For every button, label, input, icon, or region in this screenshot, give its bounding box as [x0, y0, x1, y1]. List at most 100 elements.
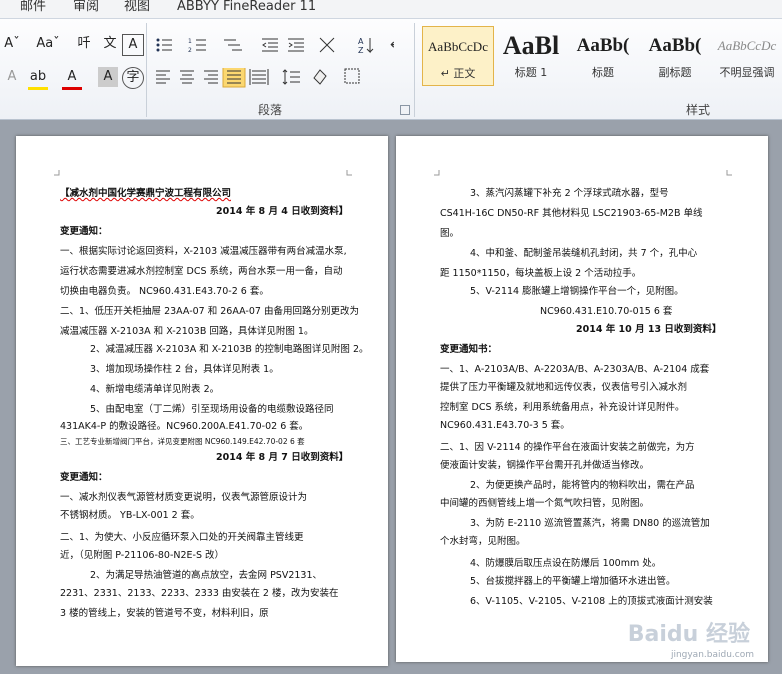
text-effect-button[interactable]: A: [2, 67, 22, 87]
document-line: NC960.431.E43.70-3 5 套。: [440, 420, 570, 431]
document-line: NC960.431.E10.70-015 6 套: [540, 306, 673, 317]
style-normal[interactable]: AaBbCcDc ↵ 正文: [422, 26, 494, 86]
document-line: 变更通知：: [60, 472, 108, 483]
distributed-icon[interactable]: [249, 69, 269, 85]
numbering-icon[interactable]: 12: [188, 38, 206, 54]
enclose-char-button[interactable]: 字: [122, 67, 144, 89]
highlight-button[interactable]: ab: [28, 67, 48, 90]
document-line: 二、1、为使大、小反应循环泵入口处的开关阀靠主管线更: [60, 532, 304, 543]
corner-mark: [54, 170, 60, 176]
justify-icon[interactable]: [222, 68, 246, 88]
style-subtitle[interactable]: AaBb( 副标题: [640, 26, 710, 84]
bullets-icon[interactable]: [156, 38, 173, 52]
borders-icon[interactable]: [344, 68, 360, 84]
document-line: 2014 年 8 月 4 日收到资料】: [216, 206, 349, 217]
corner-mark: [726, 170, 732, 176]
document-line: CS41H-16C DN50-RF 其他材料见 LSC21903-65-M2B …: [440, 208, 703, 219]
shrink-font-button[interactable]: Aˇ: [2, 34, 22, 54]
style-heading1[interactable]: AaBl 标题 1: [496, 26, 566, 84]
document-line: 变更通知书：: [440, 344, 498, 355]
document-line: 431AK4-P 的敷设路径。NC960.200A.E41.70-02 6 套。: [60, 421, 309, 432]
document-line: 个水封弯，见附图。: [440, 536, 526, 547]
show-marks-icon[interactable]: ↵: [390, 37, 394, 53]
document-line: 3、蒸汽闪蒸罐下补充 2 个浮球式疏水器，型号: [470, 188, 669, 199]
svg-text:Z: Z: [358, 46, 364, 54]
menu-bar: 邮件 审阅 视图 ABBYY FineReader 11: [0, 0, 782, 19]
baidu-watermark: Baidu 经验: [627, 622, 750, 647]
clear-format-button[interactable]: 吀: [74, 34, 94, 54]
shading-icon[interactable]: [313, 69, 327, 85]
svg-text:2: 2: [188, 47, 192, 54]
svg-text:A: A: [358, 37, 364, 46]
document-line: 5、由配电室（丁二烯）引至现场用设备的电缆敷设路径同: [90, 404, 334, 415]
align-left-icon[interactable]: [156, 70, 170, 84]
document-line: 一、1、A-2103A/B、A-2203A/B、A-2303A/B、A-2104…: [440, 364, 710, 375]
watermark-url: jingyan.baidu.com: [670, 650, 754, 660]
phonetic-guide-button[interactable]: 文: [100, 34, 120, 54]
svg-text:↵: ↵: [390, 37, 394, 53]
document-line: 6、V-1105、V-2105、V-2108 上的顶拔式液面计测安装: [470, 596, 713, 607]
document-line: 4、新增电缆清单详见附表 2。: [90, 384, 220, 395]
asian-layout-icon[interactable]: [319, 37, 335, 53]
document-line: 三、工艺专业新增阀门平台，详见变更附图 NC960.149.E42.70-02 …: [60, 437, 305, 446]
paragraph-row1: 12 AZ ↵: [156, 37, 394, 54]
document-line: 提供了压力平衡罐及就地和远传仪表，仪表信号引入减水剂: [440, 382, 688, 393]
svg-text:1: 1: [188, 38, 192, 45]
document-line: 3、为防 E-2110 巡流管置蒸汽，将需 DN80 的巡流管加: [470, 518, 710, 529]
corner-mark: [346, 170, 352, 176]
document-line: 不锈钢材质。 YB-LX-001 2 套。: [60, 510, 200, 521]
menu-mailings[interactable]: 邮件: [20, 0, 46, 14]
document-line: 3 楼的管线上，安装的管道号不变，材料利旧，原: [60, 608, 269, 619]
document-line: 5、台拔搅拌器上的平衡罐上增加循环水进出管。: [470, 576, 676, 587]
document-page-right[interactable]: 3、蒸汽闪蒸罐下补充 2 个浮球式疏水器，型号 CS41H-16C DN50-RF…: [396, 136, 768, 662]
style-title[interactable]: AaBb( 标题: [568, 26, 638, 84]
document-line: 一、减水剂仪表气源管材质变更说明，仪表气源管原设计为: [60, 492, 308, 503]
align-center-icon[interactable]: [180, 70, 194, 84]
document-line: 距 1150*1150，每块盖板上设 2 个活动拉手。: [440, 268, 642, 279]
multilevel-list-icon[interactable]: [224, 39, 242, 51]
document-line: 2、为便更换产品时，能将管内的物料吹出，需在产品: [470, 480, 695, 491]
document-line: 近，（见附图 P-21106-80-N2E-S 改）: [60, 550, 225, 561]
line-spacing-icon[interactable]: [282, 69, 300, 85]
document-line: 控制室 DCS 系统，利用系统备用点，补充设计详见附件。: [440, 402, 685, 413]
document-line: 2、为满足导热油管道的高点放空，去金网 PSV2131、: [90, 570, 322, 581]
menu-abbyy[interactable]: ABBYY FineReader 11: [177, 0, 316, 14]
document-line: 中间罐的西侧管线上增一个氮气吹扫管，见附图。: [440, 498, 650, 509]
document-line: 4、中和釜、配制釜吊装缝机孔封闭，共 7 个，孔中心: [470, 248, 698, 259]
document-line: 2、减温减压器 X-2103A 和 X-2103B 的控制电路图详见附图 2。: [90, 344, 369, 355]
document-line: 3、增加现场操作柱 2 台，具体详见附表 1。: [90, 364, 279, 375]
document-line: 2231、2331、2133、2233、2333 由安装在 2 楼，改为安装在: [60, 588, 339, 599]
char-border-button[interactable]: A: [122, 34, 144, 56]
decrease-indent-icon[interactable]: [262, 38, 278, 52]
align-right-icon[interactable]: [204, 70, 218, 84]
sort-icon[interactable]: AZ: [358, 37, 374, 54]
document-line: 减温减压器 X-2103A 和 X-2103B 回路，具体详见附图 1。: [60, 326, 314, 337]
document-line: 切换由电器负责。 NC960.431.E43.70-2 6 套。: [60, 286, 269, 297]
group-separator: [414, 23, 415, 117]
font-color-button[interactable]: A: [62, 67, 82, 90]
document-line: 二、1、因 V-2114 的操作平台在液面计安装之前做完，为方: [440, 442, 695, 453]
document-line: 5、V-2114 膨胀罐上增钢操作平台一个，见附图。: [470, 286, 684, 297]
paragraph-row2: [156, 68, 360, 88]
corner-mark: [434, 170, 440, 176]
document-line: 2014 年 10 月 13 日收到资料】: [576, 324, 722, 335]
increase-indent-icon[interactable]: [288, 38, 304, 52]
paragraph-dialog-launcher[interactable]: [400, 105, 410, 115]
style-subtle-emphasis[interactable]: AaBbCcDc 不明显强调: [712, 26, 782, 84]
change-case-button[interactable]: Aaˇ: [34, 34, 62, 54]
paragraph-group-label: 段落: [258, 103, 283, 117]
styles-group-label: 样式: [686, 103, 711, 117]
ribbon: Aˇ Aaˇ 吀 文 A A ab A A 字 12 AZ ↵ 段落 AaBbC…: [0, 19, 782, 120]
document-line: 运行状态需要进减水剂控制室 DCS 系统，两台水泵一用一备，自动: [60, 266, 343, 277]
group-separator: [146, 23, 147, 117]
menu-review[interactable]: 审阅: [73, 0, 99, 14]
document-page-left[interactable]: 【减水剂中国化学赛鼎宁波工程有限公司 2014 年 8 月 4 日收到资料】变更通…: [16, 136, 388, 666]
document-line: 变更通知：: [60, 226, 108, 237]
char-shading-button[interactable]: A: [98, 67, 118, 87]
menu-view[interactable]: 视图: [124, 0, 150, 14]
document-line: 4、防爆膜后取压点设在防爆后 100mm 处。: [470, 558, 662, 569]
document-line: 2014 年 8 月 7 日收到资料】: [216, 452, 349, 463]
document-line: 图。: [440, 228, 460, 239]
document-line: 便液面计安装，钢操作平台需开孔并做适当修改。: [440, 460, 650, 471]
document-line: 【减水剂中国化学赛鼎宁波工程有限公司: [60, 188, 232, 199]
